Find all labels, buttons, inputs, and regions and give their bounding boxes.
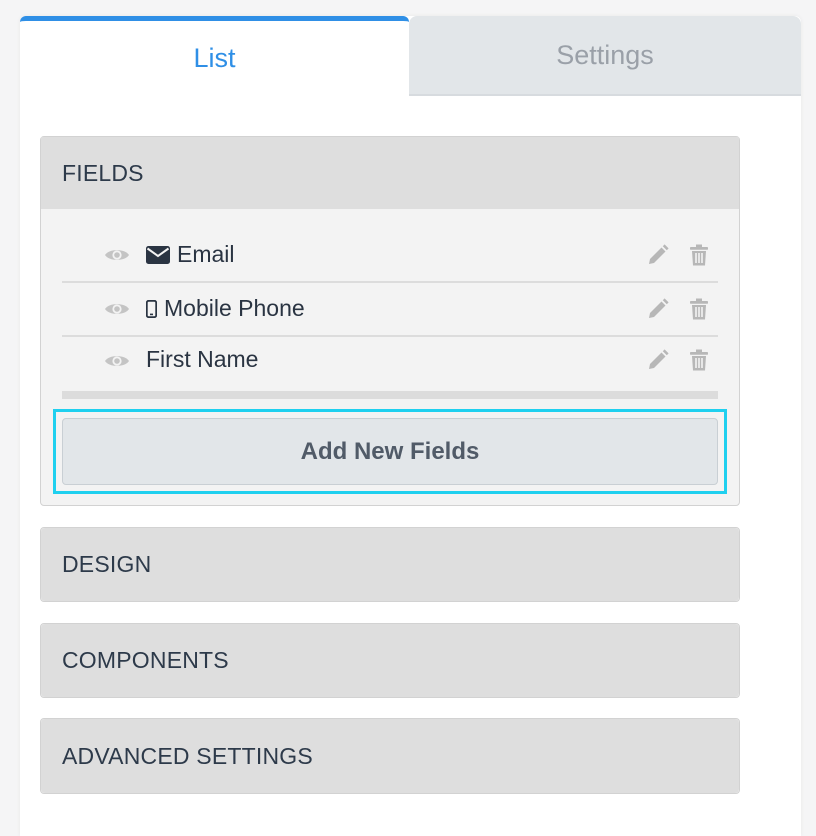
components-section: COMPONENTS: [40, 623, 740, 698]
edit-pencil-icon[interactable]: [647, 349, 669, 371]
field-row-mobile-phone: Mobile Phone: [62, 283, 718, 337]
advanced-settings-section: ADVANCED SETTINGS: [40, 718, 740, 794]
design-section-title: DESIGN: [62, 551, 152, 577]
delete-trash-icon[interactable]: [690, 244, 708, 266]
fields-section-header[interactable]: FIELDS: [41, 137, 739, 209]
add-new-fields-button[interactable]: Add New Fields: [62, 418, 718, 485]
field-row-email: Email: [62, 229, 718, 283]
visibility-eye-icon[interactable]: [104, 301, 130, 317]
tab-settings-label: Settings: [556, 39, 654, 70]
advanced-settings-section-title: ADVANCED SETTINGS: [62, 742, 313, 769]
field-label-email: Email: [177, 240, 235, 267]
field-row-first-name: First Name: [62, 337, 718, 399]
tab-list-label: List: [193, 43, 236, 73]
visibility-eye-icon[interactable]: [104, 247, 130, 263]
field-label-mobile-phone: Mobile Phone: [164, 294, 305, 321]
mobile-phone-icon: [146, 300, 157, 318]
add-new-fields-highlight: Add New Fields: [53, 409, 727, 494]
delete-trash-icon[interactable]: [690, 349, 708, 371]
add-new-fields-label: Add New Fields: [300, 437, 480, 465]
design-section-header[interactable]: DESIGN: [41, 528, 739, 601]
edit-pencil-icon[interactable]: [647, 244, 669, 266]
tab-list[interactable]: List: [20, 16, 409, 96]
tab-settings[interactable]: Settings: [409, 16, 801, 96]
design-section: DESIGN: [40, 527, 740, 602]
advanced-settings-section-header[interactable]: ADVANCED SETTINGS: [41, 719, 739, 793]
visibility-eye-icon[interactable]: [104, 353, 130, 369]
fields-section: FIELDS Email Mobile Phone First Name Add…: [40, 136, 740, 506]
envelope-icon: [146, 246, 170, 264]
delete-trash-icon[interactable]: [690, 298, 708, 320]
components-section-header[interactable]: COMPONENTS: [41, 624, 739, 697]
fields-list: Email Mobile Phone First Name Add New Fi…: [41, 209, 739, 505]
fields-section-title: FIELDS: [62, 159, 144, 186]
edit-pencil-icon[interactable]: [647, 298, 669, 320]
field-label-first-name: First Name: [146, 345, 259, 372]
components-section-title: COMPONENTS: [62, 647, 229, 673]
